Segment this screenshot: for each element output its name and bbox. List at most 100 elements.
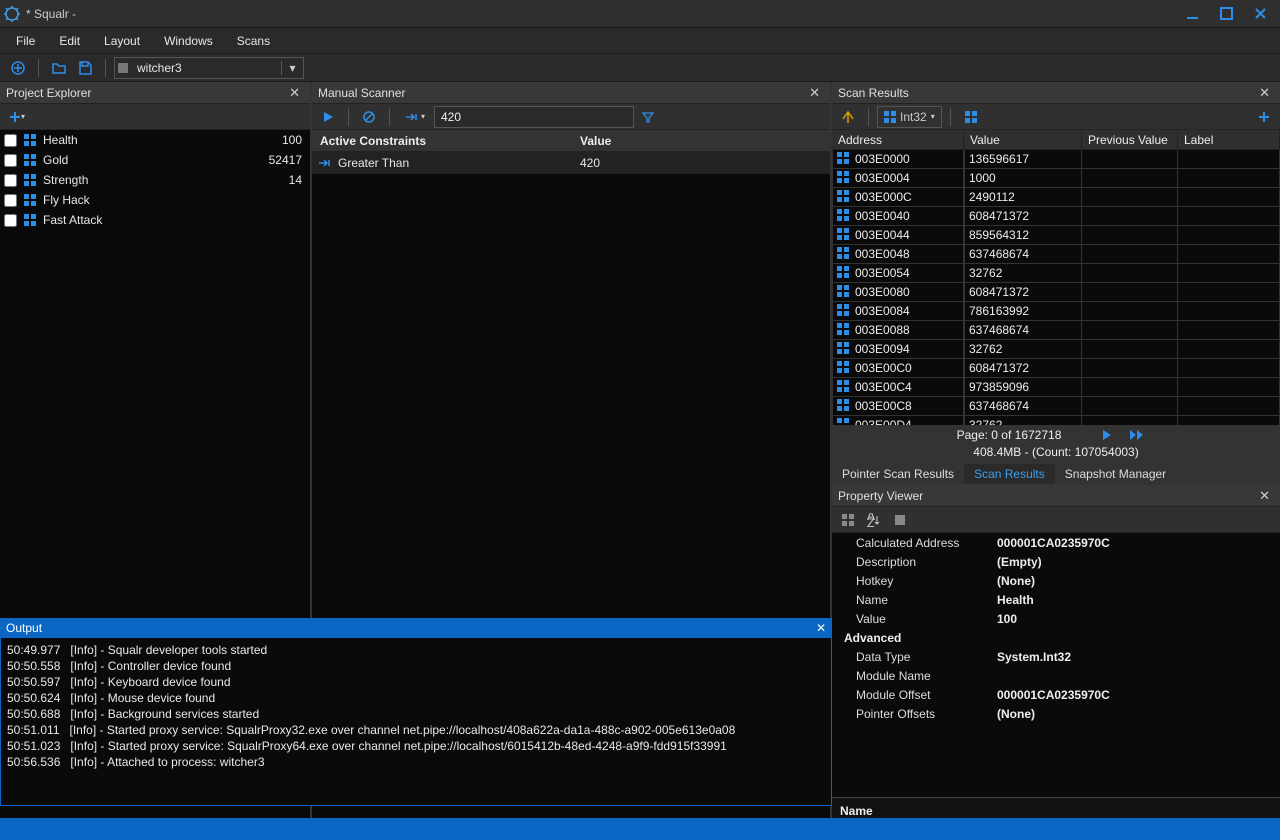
process-dropdown-icon[interactable]: ▾ xyxy=(281,61,303,75)
item-checkbox[interactable] xyxy=(4,154,17,167)
result-row[interactable]: 003E0080 608471372 xyxy=(832,283,1280,302)
add-button[interactable] xyxy=(1252,106,1276,128)
property-row[interactable]: Value100 xyxy=(832,609,1280,628)
result-row[interactable]: 003E00D4 32762 xyxy=(832,416,1280,425)
result-row[interactable]: 003E0000 136596617 xyxy=(832,150,1280,169)
property-value: System.Int32 xyxy=(997,650,1280,664)
menu-file[interactable]: File xyxy=(6,30,45,52)
property-row[interactable]: Module Offset000001CA0235970C xyxy=(832,685,1280,704)
panel-close-icon[interactable]: ✕ xyxy=(816,621,826,635)
constraint-type-button[interactable]: ▾ xyxy=(398,106,432,128)
col-previous[interactable]: Previous Value xyxy=(1082,130,1178,149)
row-address: 003E00C4 xyxy=(855,380,912,394)
result-row[interactable]: 003E00C4 973859096 xyxy=(832,378,1280,397)
property-row[interactable]: Description(Empty) xyxy=(832,552,1280,571)
project-item[interactable]: Fast Attack xyxy=(0,210,310,230)
menu-layout[interactable]: Layout xyxy=(94,30,150,52)
categorize-button[interactable] xyxy=(836,509,860,531)
property-group-advanced[interactable]: Advanced xyxy=(832,628,1280,647)
property-key: Description xyxy=(832,555,997,569)
property-row[interactable]: Calculated Address000001CA0235970C xyxy=(832,533,1280,552)
result-row[interactable]: 003E00C8 637468674 xyxy=(832,397,1280,416)
process-selector[interactable]: witcher3 ▾ xyxy=(114,57,304,79)
properties-button[interactable] xyxy=(888,509,912,531)
scan-results-columns: Address Value Previous Value Label xyxy=(832,130,1280,150)
filter-button[interactable] xyxy=(636,106,660,128)
menu-windows[interactable]: Windows xyxy=(154,30,223,52)
collect-button[interactable] xyxy=(836,106,860,128)
next-page-button[interactable] xyxy=(1101,429,1113,441)
property-value: 100 xyxy=(997,612,1280,626)
open-button[interactable] xyxy=(47,57,71,79)
property-row[interactable]: Hotkey(None) xyxy=(832,571,1280,590)
stop-button[interactable] xyxy=(357,106,381,128)
result-row[interactable]: 003E0004 1000 xyxy=(832,169,1280,188)
item-checkbox[interactable] xyxy=(4,134,17,147)
row-icon xyxy=(837,152,851,166)
property-row[interactable]: NameHealth xyxy=(832,590,1280,609)
scan-results-header: Scan Results ✕ xyxy=(832,82,1280,104)
sort-button[interactable]: AZ xyxy=(862,509,886,531)
scan-results-tabs: Pointer Scan Results Scan Results Snapsh… xyxy=(832,463,1280,485)
scanner-toolbar: ▾ xyxy=(312,104,830,130)
panel-close-icon[interactable]: ✕ xyxy=(805,85,824,101)
new-project-button[interactable] xyxy=(6,57,30,79)
result-row[interactable]: 003E0084 786163992 xyxy=(832,302,1280,321)
constraint-row[interactable]: Greater Than 420 xyxy=(312,152,830,174)
project-item[interactable]: Strength 14 xyxy=(0,170,310,190)
maximize-button[interactable] xyxy=(1218,6,1234,22)
row-value: 608471372 xyxy=(964,283,1082,302)
log-msg: [Info] - Started proxy service: SqualrPr… xyxy=(70,722,736,738)
panel-close-icon[interactable]: ✕ xyxy=(285,85,304,101)
property-viewer-header: Property Viewer ✕ xyxy=(832,485,1280,507)
tab-pointer-results[interactable]: Pointer Scan Results xyxy=(832,464,964,484)
log-time: 50:49.977 xyxy=(7,642,60,658)
item-checkbox[interactable] xyxy=(4,174,17,187)
panel-close-icon[interactable]: ✕ xyxy=(1255,85,1274,101)
panel-close-icon[interactable]: ✕ xyxy=(1255,488,1274,504)
result-row[interactable]: 003E0048 637468674 xyxy=(832,245,1280,264)
add-item-button[interactable]: ▾ xyxy=(4,106,28,128)
result-row[interactable]: 003E0040 608471372 xyxy=(832,207,1280,226)
close-button[interactable] xyxy=(1252,6,1268,22)
item-checkbox[interactable] xyxy=(4,214,17,227)
grid-view-button[interactable] xyxy=(959,106,983,128)
project-item[interactable]: Fly Hack xyxy=(0,190,310,210)
project-item[interactable]: Health 100 xyxy=(0,130,310,150)
tab-snapshot-manager[interactable]: Snapshot Manager xyxy=(1055,464,1176,484)
minimize-button[interactable] xyxy=(1184,6,1200,22)
result-row[interactable]: 003E0094 32762 xyxy=(832,340,1280,359)
col-label[interactable]: Label xyxy=(1178,130,1280,149)
result-row[interactable]: 003E000C 2490112 xyxy=(832,188,1280,207)
log-time: 50:56.536 xyxy=(7,754,60,770)
col-value[interactable]: Value xyxy=(964,130,1082,149)
result-row[interactable]: 003E0088 637468674 xyxy=(832,321,1280,340)
row-value: 637468674 xyxy=(964,397,1082,416)
svg-text:Z: Z xyxy=(867,516,874,527)
play-button[interactable] xyxy=(316,106,340,128)
menu-edit[interactable]: Edit xyxy=(49,30,90,52)
last-page-button[interactable] xyxy=(1129,429,1145,441)
data-type-selector[interactable]: Int32 ▾ xyxy=(877,106,942,128)
menu-scans[interactable]: Scans xyxy=(227,30,280,52)
property-row[interactable]: Data TypeSystem.Int32 xyxy=(832,647,1280,666)
project-item[interactable]: Gold 52417 xyxy=(0,150,310,170)
row-label xyxy=(1178,207,1280,226)
result-row[interactable]: 003E00C0 608471372 xyxy=(832,359,1280,378)
row-icon xyxy=(837,228,851,242)
row-prev xyxy=(1082,169,1178,188)
row-label xyxy=(1178,340,1280,359)
scan-value-input[interactable] xyxy=(434,106,634,128)
row-address: 003E0094 xyxy=(855,342,910,356)
col-address[interactable]: Address xyxy=(832,130,964,149)
log-msg: [Info] - Controller device found xyxy=(70,658,231,674)
save-button[interactable] xyxy=(73,57,97,79)
tab-scan-results[interactable]: Scan Results xyxy=(964,464,1055,484)
result-row[interactable]: 003E0044 859564312 xyxy=(832,226,1280,245)
item-checkbox[interactable] xyxy=(4,194,17,207)
result-row[interactable]: 003E0054 32762 xyxy=(832,264,1280,283)
property-row[interactable]: Pointer Offsets(None) xyxy=(832,704,1280,723)
panel-title: Property Viewer xyxy=(838,489,1255,503)
property-row[interactable]: Module Name xyxy=(832,666,1280,685)
output-body[interactable]: 50:49.977[Info] - Squalr developer tools… xyxy=(0,638,832,806)
